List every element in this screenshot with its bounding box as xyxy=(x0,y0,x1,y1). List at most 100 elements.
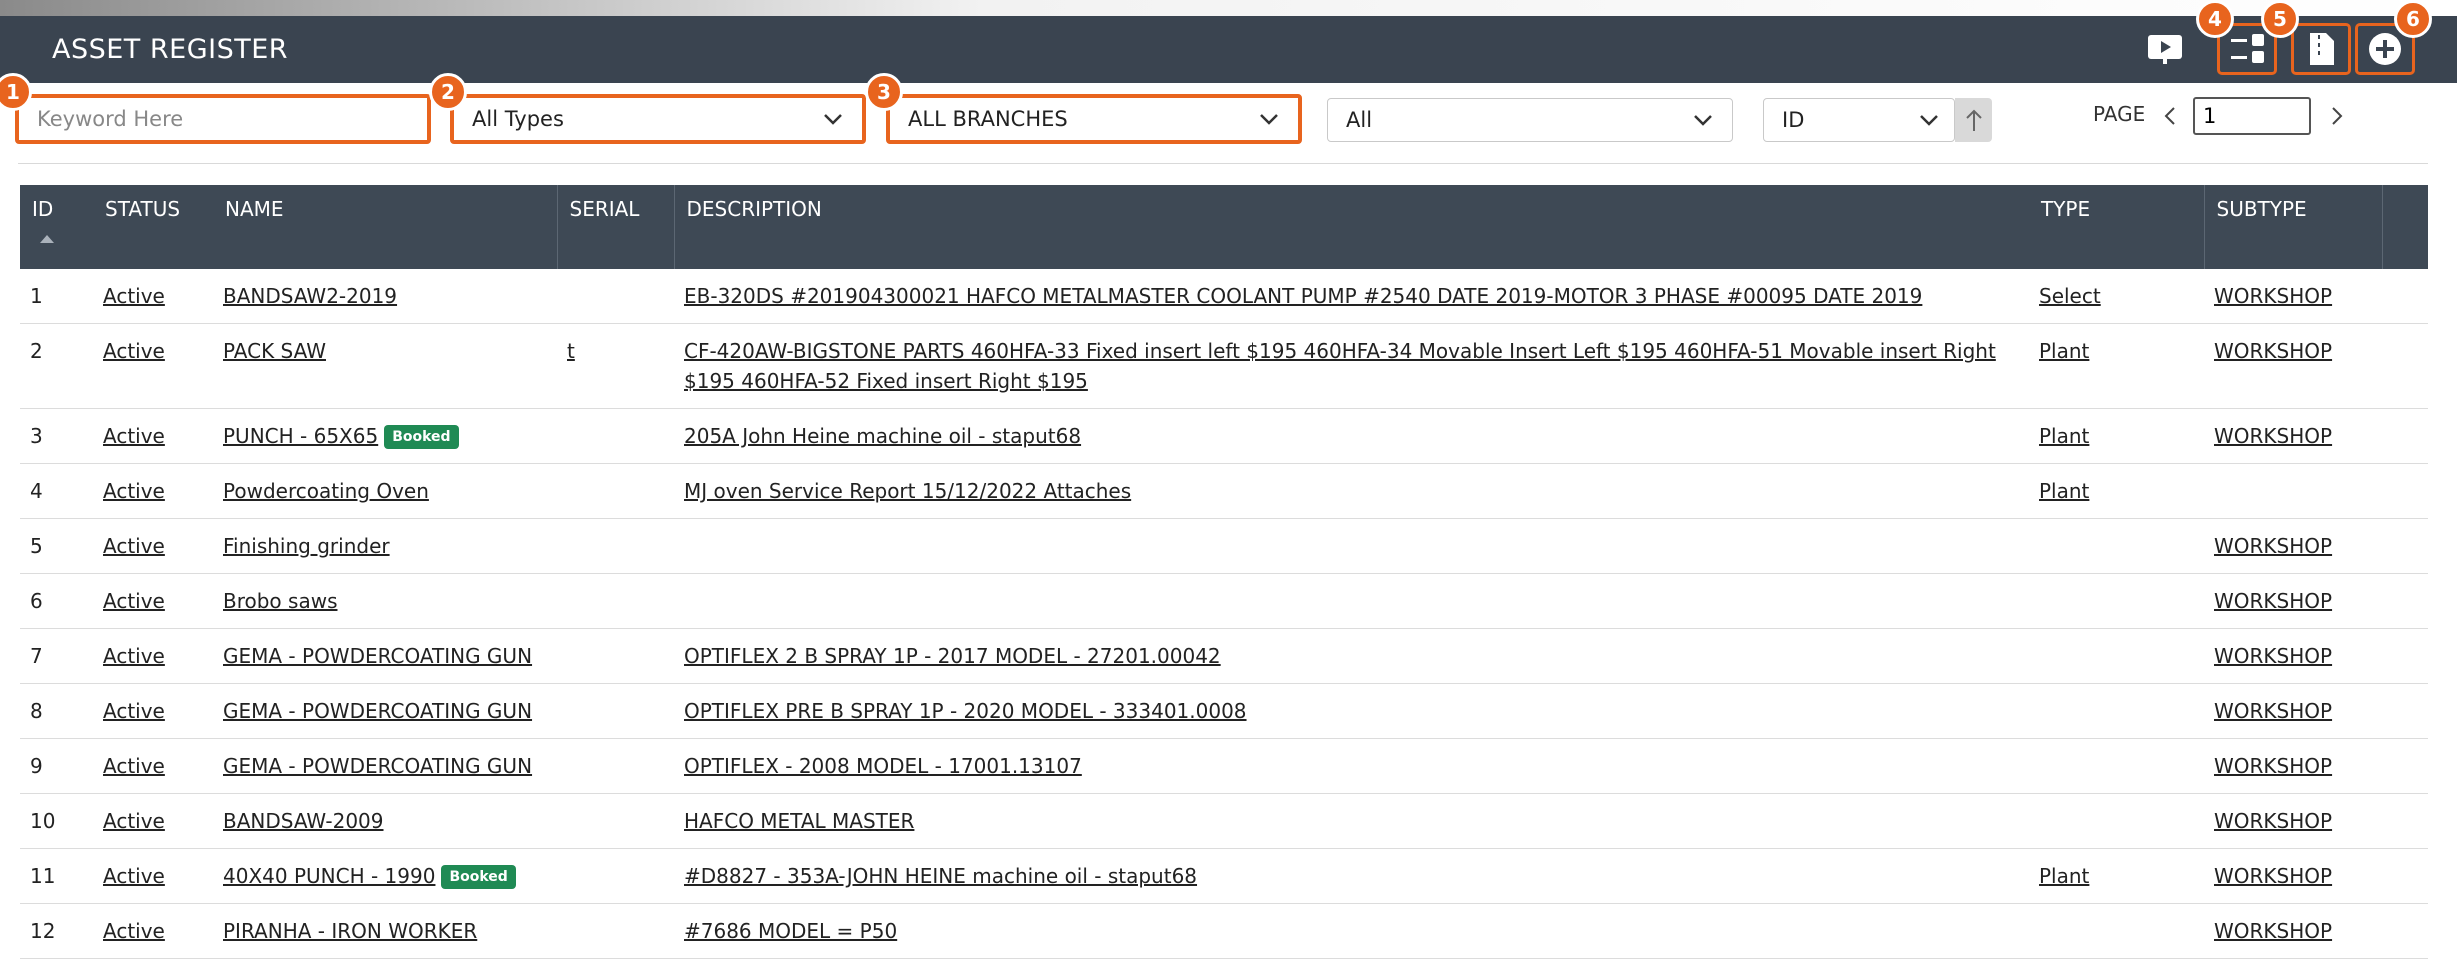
cell-type[interactable] xyxy=(2029,518,2204,574)
chevron-right-icon[interactable] xyxy=(2330,106,2344,126)
cell-status[interactable]: Active xyxy=(93,738,213,794)
column-header-serial[interactable]: SERIAL xyxy=(556,185,674,269)
cell-serial[interactable] xyxy=(557,628,674,684)
sort-direction-button[interactable] xyxy=(1955,98,1992,142)
cell-name[interactable]: BANDSAW-2009 xyxy=(213,793,557,849)
cell-type[interactable] xyxy=(2029,793,2204,849)
cell-description[interactable]: HAFCO METAL MASTER xyxy=(674,793,2029,849)
column-header-name[interactable]: NAME xyxy=(213,185,557,269)
cell-status[interactable]: Active xyxy=(93,793,213,849)
table-row[interactable]: 6 Active Brobo saws WORKSHOP xyxy=(20,573,2428,629)
cell-description[interactable]: OPTIFLEX - 2008 MODEL - 17001.13107 xyxy=(674,738,2029,794)
cell-serial[interactable] xyxy=(557,269,674,324)
table-row[interactable]: 2 Active PACK SAW t CF-420AW-BIGSTONE PA… xyxy=(20,323,2428,409)
cell-status[interactable]: Active xyxy=(93,323,213,409)
table-row[interactable]: 10 Active BANDSAW-2009 HAFCO METAL MASTE… xyxy=(20,793,2428,849)
cell-subtype[interactable]: WORKSHOP xyxy=(2204,683,2382,739)
status-select[interactable]: All xyxy=(1327,98,1733,142)
cell-status[interactable]: Active xyxy=(93,269,213,324)
chevron-left-icon[interactable] xyxy=(2163,106,2177,126)
cell-subtype[interactable]: WORKSHOP xyxy=(2204,848,2382,904)
cell-name[interactable]: Powdercoating Oven xyxy=(213,463,557,519)
cell-name[interactable]: GEMA - POWDERCOATING GUN xyxy=(213,628,557,684)
cell-name[interactable]: Finishing grinder xyxy=(213,518,557,574)
column-header-type[interactable]: TYPE xyxy=(2029,185,2204,269)
cell-name[interactable]: PIRANHA - IRON WORKER xyxy=(213,903,557,959)
cell-description[interactable] xyxy=(674,518,2029,574)
cell-type[interactable]: Plant xyxy=(2029,408,2204,464)
cell-description[interactable]: MJ oven Service Report 15/12/2022 Attach… xyxy=(674,463,2029,519)
cell-type[interactable] xyxy=(2029,573,2204,629)
document-button[interactable] xyxy=(2291,23,2351,75)
cell-name[interactable]: 40X40 PUNCH - 1990 Booked xyxy=(213,848,557,904)
cell-name[interactable]: BANDSAW2-2019 xyxy=(213,269,557,324)
cell-status[interactable]: Active xyxy=(93,573,213,629)
cell-subtype[interactable]: WORKSHOP xyxy=(2204,793,2382,849)
cell-status[interactable]: Active xyxy=(93,683,213,739)
cell-description[interactable]: EB-320DS #201904300021 HAFCO METALMASTER… xyxy=(674,269,2029,324)
cell-serial[interactable] xyxy=(557,683,674,739)
column-header-subtype[interactable]: SUBTYPE xyxy=(2203,185,2382,269)
table-row[interactable]: 12 Active PIRANHA - IRON WORKER #7686 MO… xyxy=(20,903,2428,959)
cell-subtype[interactable]: WORKSHOP xyxy=(2204,573,2382,629)
branch-select[interactable]: ALL BRANCHES xyxy=(886,94,1302,144)
cell-name[interactable]: PACK SAW xyxy=(213,323,557,409)
cell-serial[interactable] xyxy=(557,793,674,849)
column-header-id[interactable]: ID xyxy=(20,185,93,269)
cell-status[interactable]: Active xyxy=(93,903,213,959)
cell-type[interactable] xyxy=(2029,738,2204,794)
cell-subtype[interactable]: WORKSHOP xyxy=(2204,738,2382,794)
cell-serial[interactable] xyxy=(557,848,674,904)
search-input[interactable]: Keyword Here xyxy=(15,94,431,144)
cell-serial[interactable] xyxy=(557,903,674,959)
cell-status[interactable]: Active xyxy=(93,408,213,464)
table-row[interactable]: 7 Active GEMA - POWDERCOATING GUN OPTIFL… xyxy=(20,628,2428,684)
cell-type[interactable]: Plant xyxy=(2029,848,2204,904)
cell-subtype[interactable]: WORKSHOP xyxy=(2204,269,2382,324)
sort-field-select[interactable]: ID xyxy=(1763,98,1955,142)
cell-name[interactable]: PUNCH - 65X65 Booked xyxy=(213,408,557,464)
cell-status[interactable]: Active xyxy=(93,463,213,519)
table-row[interactable]: 9 Active GEMA - POWDERCOATING GUN OPTIFL… xyxy=(20,738,2428,794)
cell-type[interactable] xyxy=(2029,628,2204,684)
cell-serial[interactable] xyxy=(557,408,674,464)
cell-subtype[interactable]: WORKSHOP xyxy=(2204,323,2382,409)
cell-subtype[interactable]: WORKSHOP xyxy=(2204,408,2382,464)
cell-status[interactable]: Active xyxy=(93,848,213,904)
cell-serial[interactable] xyxy=(557,738,674,794)
table-row[interactable]: 1 Active BANDSAW2-2019 EB-320DS #2019043… xyxy=(20,269,2428,324)
type-select[interactable]: All Types xyxy=(450,94,866,144)
cell-status[interactable]: Active xyxy=(93,628,213,684)
cell-subtype[interactable] xyxy=(2204,463,2382,519)
cell-type[interactable] xyxy=(2029,903,2204,959)
cell-serial[interactable]: t xyxy=(557,323,674,409)
table-row[interactable]: 4 Active Powdercoating Oven MJ oven Serv… xyxy=(20,463,2428,519)
cell-subtype[interactable]: WORKSHOP xyxy=(2204,518,2382,574)
table-row[interactable]: 8 Active GEMA - POWDERCOATING GUN OPTIFL… xyxy=(20,683,2428,739)
cell-type[interactable]: Plant xyxy=(2029,463,2204,519)
cell-status[interactable]: Active xyxy=(93,518,213,574)
cell-name[interactable]: GEMA - POWDERCOATING GUN xyxy=(213,738,557,794)
cell-subtype[interactable]: WORKSHOP xyxy=(2204,903,2382,959)
cell-serial[interactable] xyxy=(557,518,674,574)
presentation-button[interactable] xyxy=(2135,23,2195,75)
cell-serial[interactable] xyxy=(557,573,674,629)
cell-type[interactable]: Plant xyxy=(2029,323,2204,409)
column-header-description[interactable]: DESCRIPTION xyxy=(673,185,2029,269)
cell-name[interactable]: Brobo saws xyxy=(213,573,557,629)
cell-type[interactable]: Select xyxy=(2029,269,2204,324)
cell-serial[interactable] xyxy=(557,463,674,519)
column-header-status[interactable]: STATUS xyxy=(93,185,213,269)
table-row[interactable]: 11 Active 40X40 PUNCH - 1990 Booked #D882… xyxy=(20,848,2428,904)
cell-subtype[interactable]: WORKSHOP xyxy=(2204,628,2382,684)
table-row[interactable]: 3 Active PUNCH - 65X65 Booked 205A John H… xyxy=(20,408,2428,464)
cell-description[interactable]: #D8827 - 353A-JOHN HEINE machine oil - s… xyxy=(674,848,2029,904)
cell-description[interactable]: OPTIFLEX PRE B SPRAY 1P - 2020 MODEL - 3… xyxy=(674,683,2029,739)
cell-description[interactable] xyxy=(674,573,2029,629)
cell-name[interactable]: GEMA - POWDERCOATING GUN xyxy=(213,683,557,739)
cell-description[interactable]: #7686 MODEL = P50 xyxy=(674,903,2029,959)
cell-type[interactable] xyxy=(2029,683,2204,739)
cell-description[interactable]: OPTIFLEX 2 B SPRAY 1P - 2017 MODEL - 272… xyxy=(674,628,2029,684)
cell-description[interactable]: 205A John Heine machine oil - staput68 xyxy=(674,408,2029,464)
page-number-input[interactable] xyxy=(2193,97,2311,135)
